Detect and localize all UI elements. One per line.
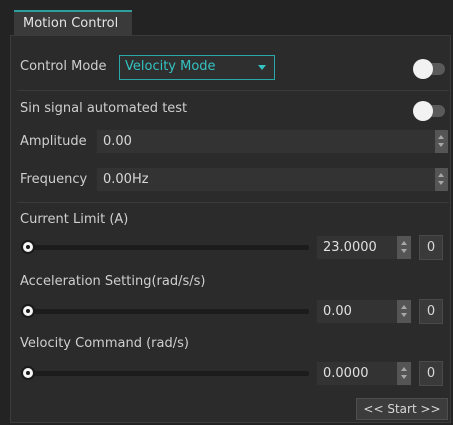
acceleration-reset-button[interactable]: 0 [419, 299, 443, 324]
current-limit-reset-button[interactable]: 0 [419, 235, 443, 260]
acceleration-value: 0.00 [323, 304, 352, 319]
sin-test-label: Sin signal automated test [20, 101, 188, 116]
frequency-stepper[interactable] [435, 168, 448, 191]
current-limit-slider-handle[interactable] [21, 240, 35, 254]
frequency-label: Frequency [20, 172, 88, 187]
divider [17, 90, 449, 91]
velocity-slider-handle[interactable] [21, 366, 35, 380]
divider [17, 202, 449, 203]
chevron-up-icon[interactable] [401, 367, 407, 371]
acceleration-spinbox[interactable]: 0.00 [316, 299, 412, 324]
chevron-up-icon[interactable] [438, 173, 444, 177]
amplitude-value: 0.00 [103, 134, 132, 149]
chevron-down-icon[interactable] [401, 313, 407, 317]
toggle-knob [413, 59, 433, 79]
current-limit-stepper[interactable] [397, 236, 411, 259]
current-limit-label: Current Limit (A) [20, 212, 129, 227]
acceleration-slider[interactable] [25, 309, 309, 314]
frequency-value: 0.00Hz [103, 172, 149, 187]
current-limit-slider[interactable] [25, 245, 309, 250]
chevron-down-icon [258, 65, 266, 70]
amplitude-spinbox[interactable]: 0.00 [96, 129, 449, 154]
start-button[interactable]: << Start >> [356, 398, 448, 420]
velocity-spinbox[interactable]: 0.0000 [316, 361, 412, 386]
amplitude-label: Amplitude [20, 134, 87, 149]
motion-control-panel: Control Mode Velocity Mode Sin signal au… [10, 35, 451, 423]
frequency-spinbox[interactable]: 0.00Hz [96, 167, 449, 192]
chevron-down-icon[interactable] [438, 181, 444, 185]
amplitude-stepper[interactable] [435, 130, 448, 153]
acceleration-stepper[interactable] [397, 300, 411, 323]
velocity-label: Velocity Command (rad/s) [20, 336, 189, 351]
chevron-up-icon[interactable] [438, 135, 444, 139]
acceleration-slider-handle[interactable] [21, 304, 35, 318]
velocity-stepper[interactable] [397, 362, 411, 385]
window-frame: Motion Control Control Mode Velocity Mod… [0, 0, 453, 425]
control-mode-value: Velocity Mode [125, 59, 216, 74]
current-limit-value: 23.0000 [323, 240, 377, 255]
control-mode-select[interactable]: Velocity Mode [119, 55, 275, 80]
chevron-down-icon[interactable] [401, 249, 407, 253]
chevron-down-icon[interactable] [401, 375, 407, 379]
chevron-down-icon[interactable] [438, 143, 444, 147]
sin-test-toggle[interactable] [413, 101, 445, 121]
chevron-up-icon[interactable] [401, 241, 407, 245]
toggle-knob [413, 101, 433, 121]
tab-motion-control[interactable]: Motion Control [14, 10, 132, 35]
velocity-reset-button[interactable]: 0 [419, 361, 443, 386]
acceleration-label: Acceleration Setting(rad/s/s) [20, 274, 206, 289]
control-mode-label: Control Mode [20, 59, 107, 74]
control-mode-toggle[interactable] [413, 59, 445, 79]
chevron-up-icon[interactable] [401, 305, 407, 309]
velocity-slider[interactable] [25, 371, 309, 376]
velocity-value: 0.0000 [323, 366, 369, 381]
current-limit-spinbox[interactable]: 23.0000 [316, 235, 412, 260]
tab-label: Motion Control [23, 16, 119, 31]
